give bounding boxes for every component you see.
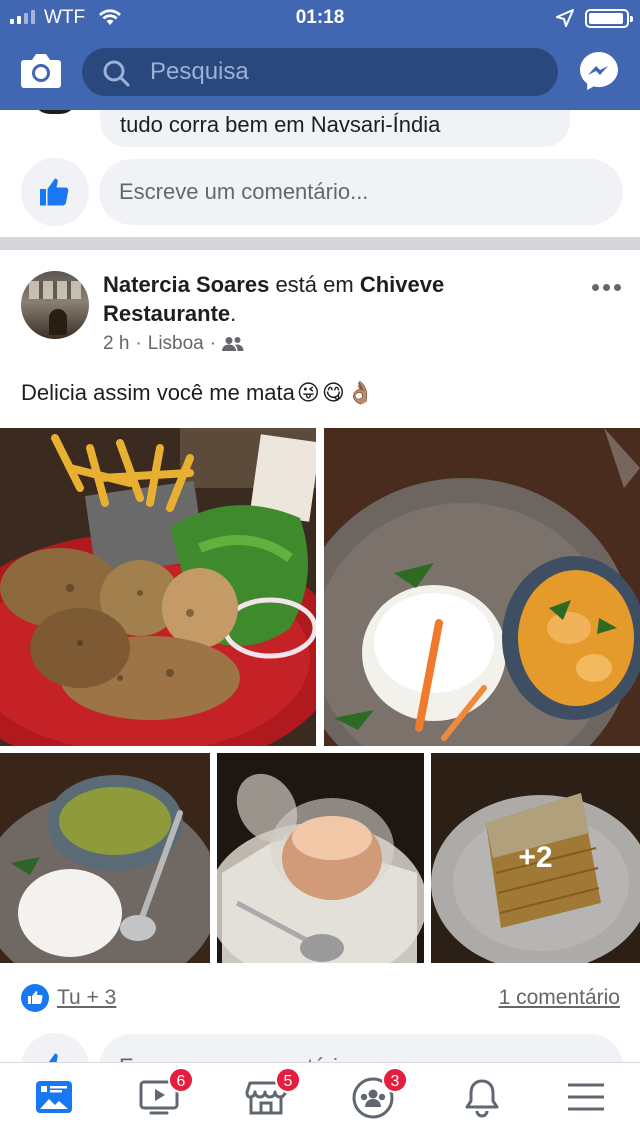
- reactions-count[interactable]: Tu + 3: [57, 986, 116, 1010]
- comment-input[interactable]: Escreve um comentário...: [99, 159, 623, 225]
- news-feed-icon: [36, 1081, 72, 1113]
- more-photos-overlay[interactable]: +2: [431, 753, 640, 963]
- author-avatar[interactable]: [21, 271, 89, 339]
- marketplace-badge: 5: [275, 1067, 301, 1093]
- status-time: 01:18: [295, 7, 345, 28]
- dessert-image: [217, 753, 424, 963]
- location-arrow-icon: [556, 9, 574, 27]
- photo-soup-rice[interactable]: [0, 753, 210, 963]
- tab-groups[interactable]: 3: [352, 1067, 408, 1121]
- post-meta: 2 h · Lisboa ·: [103, 333, 244, 355]
- search-placeholder: Pesquisa: [150, 58, 249, 85]
- header-connector: está em: [269, 272, 360, 297]
- hamburger-menu-icon: [568, 1083, 604, 1111]
- author-name[interactable]: Natercia Soares: [103, 272, 269, 297]
- camera-icon[interactable]: [20, 52, 62, 90]
- meta-dot: ·: [209, 333, 217, 354]
- comments-count-link[interactable]: 1 comentário: [499, 986, 620, 1010]
- search-icon: [103, 60, 130, 87]
- dot-icon: [603, 284, 610, 291]
- post-header: Natercia Soares está em Chiveve Restaura…: [103, 270, 563, 328]
- thumbs-up-icon: [40, 178, 69, 206]
- comment-placeholder: Escreve um comentário...: [119, 179, 369, 204]
- rice-curry-image: [324, 428, 640, 746]
- battery-icon: [585, 9, 633, 28]
- photo-cake-more[interactable]: +2: [431, 753, 640, 963]
- bell-icon: [465, 1079, 499, 1118]
- tab-watch[interactable]: 6: [138, 1067, 194, 1121]
- post-options-button[interactable]: [588, 276, 624, 300]
- dot-icon: [592, 284, 599, 291]
- messenger-icon[interactable]: [578, 50, 620, 92]
- photo-dessert-jar[interactable]: [217, 753, 424, 963]
- top-bar: WTF 01:18 Pesquisa: [0, 0, 640, 110]
- post-divider: [0, 237, 640, 250]
- friends-audience-icon: [222, 337, 244, 351]
- emoji-winking-tongue: 😜: [296, 380, 320, 405]
- like-button[interactable]: [21, 158, 89, 226]
- groups-badge: 3: [382, 1067, 408, 1093]
- emoji-savoring: 😋: [321, 380, 345, 405]
- watch-badge: 6: [168, 1067, 194, 1093]
- tab-marketplace[interactable]: 5: [245, 1067, 301, 1121]
- screen: tudo corra bem em Navsari-Índia Escreve …: [0, 0, 640, 1138]
- dot-icon: [614, 284, 621, 291]
- post-text: Delicia assim você me mata 😜 😋 👌🏽: [21, 380, 374, 406]
- post-location[interactable]: Lisboa: [148, 333, 204, 355]
- post-body: Delicia assim você me mata: [21, 380, 295, 405]
- tab-news-feed[interactable]: [34, 1077, 78, 1121]
- soup-image: [0, 753, 210, 963]
- previous-comment-text: tudo corra bem em Navsari-Índia: [120, 112, 441, 137]
- meta-dot: ·: [135, 333, 142, 354]
- search-input[interactable]: Pesquisa: [82, 48, 558, 96]
- emoji-ok-hand: 👌🏽: [346, 380, 375, 405]
- header-suffix: .: [230, 301, 237, 326]
- bottom-tab-bar: 6 5 3: [0, 1062, 640, 1138]
- tab-menu[interactable]: [566, 1077, 610, 1121]
- photo-chicken-fries[interactable]: [0, 428, 316, 746]
- chicken-image: [0, 428, 316, 746]
- post-time[interactable]: 2 h: [103, 333, 129, 355]
- like-reaction-icon: [21, 984, 49, 1012]
- more-photos-count: +2: [518, 841, 553, 874]
- tab-notifications[interactable]: [461, 1077, 505, 1121]
- photo-rice-curry[interactable]: [324, 428, 640, 746]
- status-bar: WTF 01:18: [0, 0, 640, 36]
- reactions-summary[interactable]: Tu + 3: [21, 984, 116, 1012]
